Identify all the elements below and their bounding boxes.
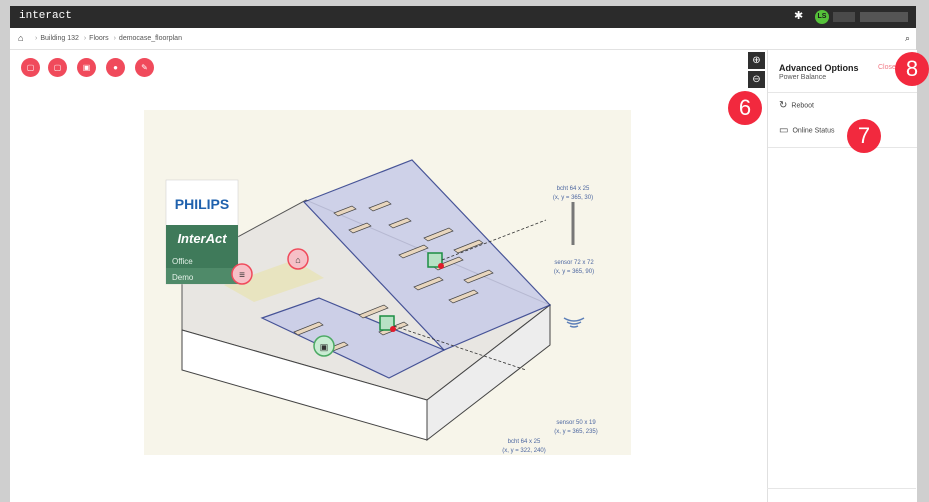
step-badge-6: 6 [728, 91, 762, 125]
divider [767, 488, 916, 489]
tool-user-button[interactable]: ● [106, 58, 125, 77]
online-status-action[interactable]: ▭ Online Status [779, 125, 834, 136]
tool-select-button[interactable]: ▢ [21, 58, 40, 77]
product-label: InterAct [177, 231, 227, 246]
breadcrumb: › Building 132 › Floors › democase_floorpla… [35, 35, 182, 42]
divider [768, 92, 917, 93]
floorplan-image[interactable]: PHILIPS InterAct Office Demo ≡ ⌂ ▣ bcht … [144, 110, 631, 455]
step-badge-8: 8 [895, 52, 929, 86]
annotation-label: bcht 64 x 25 [508, 439, 541, 445]
annotation-label: bcht 64 x 25 [557, 186, 590, 192]
breadcrumb-bar: ⌂ › Building 132 › Floors › democase_floorp… [10, 28, 916, 50]
tool-save-button[interactable]: ▣ [77, 58, 96, 77]
annotation-coords: (x, y = 365, 30) [553, 195, 593, 201]
breadcrumb-floors[interactable]: Floors [89, 35, 108, 42]
annotation-label: sensor 72 x 72 [554, 260, 594, 266]
tool-area-button[interactable]: ▢ [48, 58, 67, 77]
gear-icon[interactable]: ✱ [794, 9, 803, 22]
brand-logo: PHILIPS [175, 196, 229, 212]
annotation-coords: (x, y = 322, 240) [502, 448, 546, 454]
tag-office: Office [172, 257, 193, 266]
home-icon[interactable]: ⌂ [18, 33, 23, 43]
reboot-action[interactable]: ↻ Reboot [779, 100, 814, 111]
zone-device-icon[interactable]: ▣ [320, 342, 329, 352]
redacted-username [833, 12, 855, 22]
top-bar: interact ✱ LS [10, 6, 916, 28]
zoom-out-button[interactable]: ⊖ [748, 71, 765, 88]
zone-room-icon[interactable]: ⌂ [295, 255, 300, 265]
search-icon[interactable]: ⌕ [905, 33, 910, 44]
tag-demo: Demo [172, 273, 194, 282]
advanced-options-panel: Advanced Options Power Balance Close ↻ Re… [767, 50, 917, 502]
step-badge-7: 7 [847, 119, 881, 153]
tool-edit-button[interactable]: ✎ [135, 58, 154, 77]
close-button[interactable]: Close [878, 64, 896, 71]
breadcrumb-building[interactable]: Building 132 [40, 35, 79, 42]
annotation-label: sensor 50 x 19 [556, 420, 596, 426]
device-status-icon: ▭ [779, 125, 789, 136]
zone-list-icon[interactable]: ≡ [239, 270, 245, 281]
breadcrumb-floorplan: democase_floorplan [118, 35, 182, 42]
annotation-coords: (x, y = 365, 235) [554, 429, 598, 435]
zoom-in-button[interactable]: ⊕ [748, 52, 765, 69]
panel-subtitle: Power Balance [779, 74, 827, 81]
refresh-icon: ↻ [779, 100, 788, 111]
app-title: interact [19, 10, 72, 22]
avatar[interactable]: LS [815, 10, 829, 24]
annotation-coords: (x, y = 365, 90) [554, 269, 594, 275]
floorplan-canvas[interactable]: ▢ ▢ ▣ ● ✎ ⊕ ⊖ PHILIPS InterAct Office De… [10, 50, 767, 502]
panel-title: Advanced Options [779, 63, 859, 73]
divider [768, 147, 917, 148]
redacted-account [860, 12, 908, 22]
